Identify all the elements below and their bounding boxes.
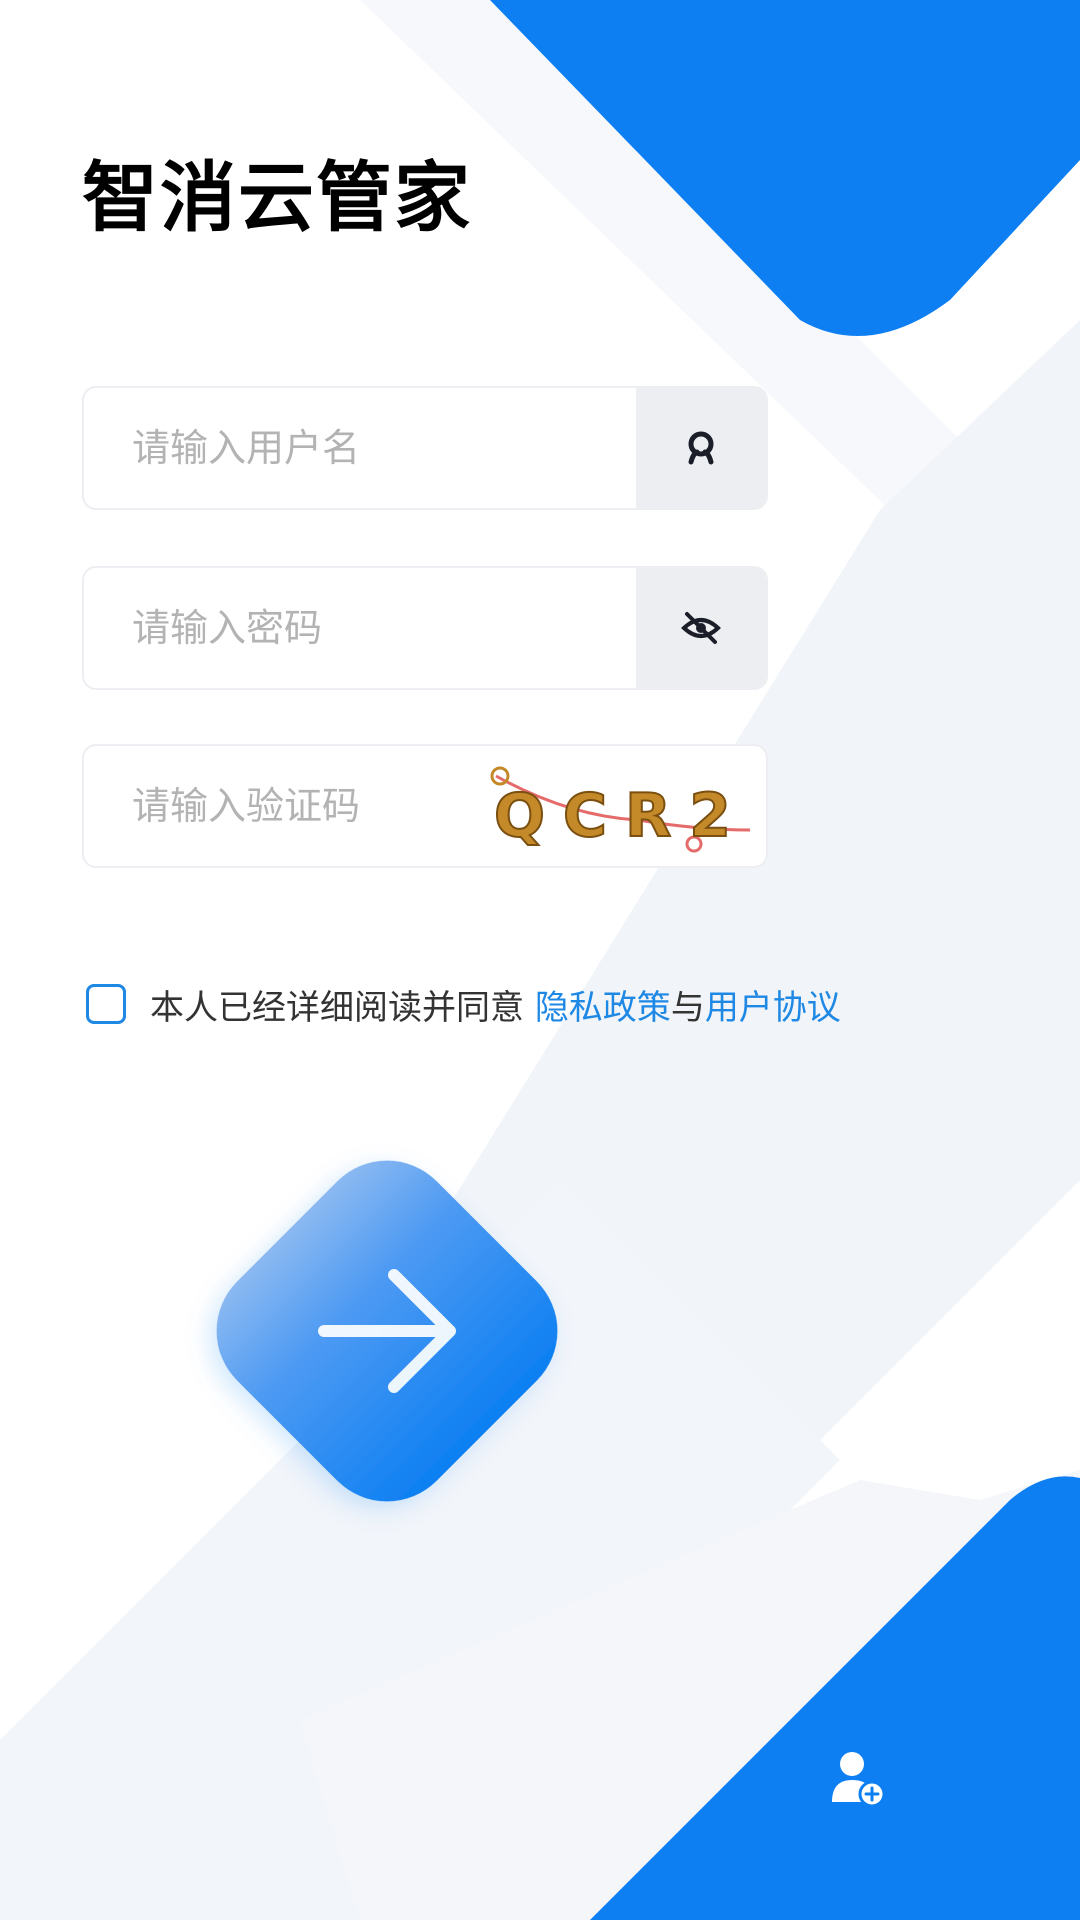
app-title: 智消云管家	[82, 153, 472, 242]
captcha-field-container: QCR2	[82, 744, 768, 868]
user-agreement-link[interactable]: 用户协议	[705, 988, 841, 1028]
agreement-conjunction: 与	[670, 987, 705, 1028]
captcha-text: QCR2	[494, 781, 749, 851]
register-button[interactable]	[792, 1712, 924, 1844]
agreement-checkbox[interactable]	[86, 984, 126, 1024]
username-field-container	[82, 386, 768, 510]
captcha-image[interactable]: QCR2	[488, 760, 758, 854]
password-input[interactable]	[84, 568, 624, 688]
add-user-icon	[832, 1752, 886, 1808]
background-decoration	[0, 0, 1080, 1920]
username-input[interactable]	[84, 388, 624, 508]
password-toggle-box[interactable]	[636, 568, 766, 688]
eye-off-icon[interactable]	[681, 610, 721, 646]
username-icon-box	[636, 388, 766, 508]
login-submit-button[interactable]	[140, 1084, 634, 1578]
agreement-row: 本人已经详细阅读并同意 隐私政策与用户协议	[86, 980, 841, 1028]
privacy-policy-link[interactable]: 隐私政策	[535, 988, 671, 1028]
agreement-text: 本人已经详细阅读并同意 隐私政策与用户协议	[150, 980, 841, 1029]
password-field-container	[82, 566, 768, 690]
user-icon	[688, 431, 714, 465]
agreement-label: 本人已经详细阅读并同意	[150, 987, 524, 1028]
